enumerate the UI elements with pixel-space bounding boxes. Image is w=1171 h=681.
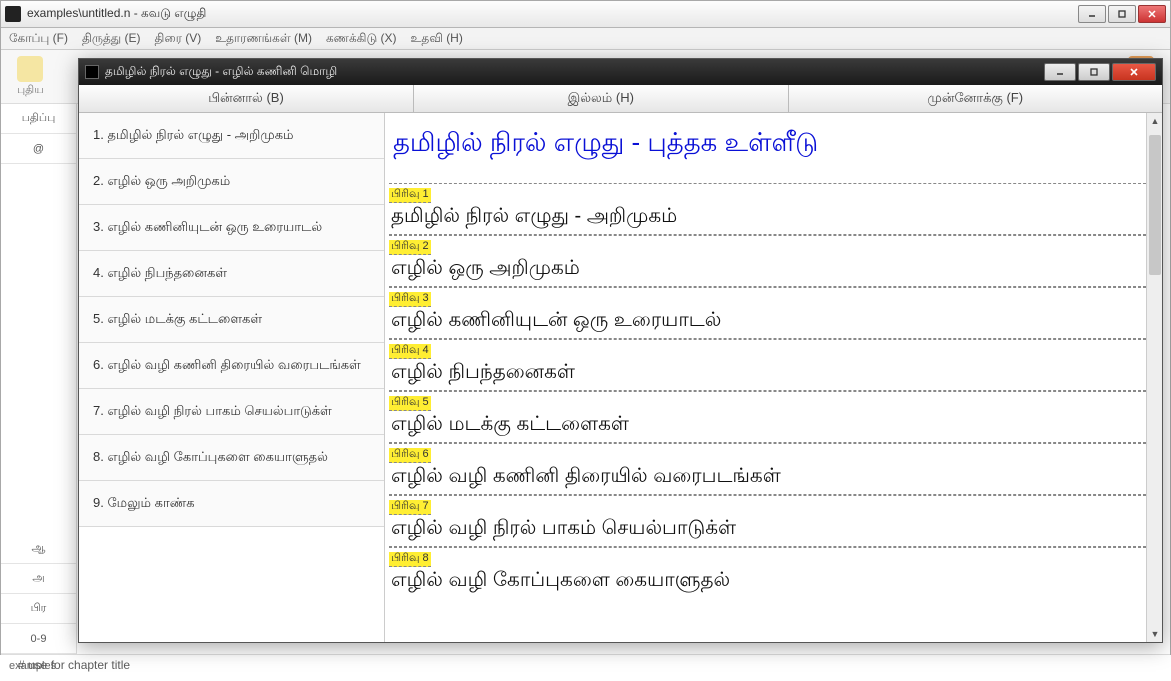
tool-new[interactable]: புதிய — [17, 56, 44, 98]
section-tag: பிரிவு 5 — [389, 396, 431, 411]
section-title: எழில் வழி கணினி திரையில் வரைபடங்கள் — [389, 463, 1156, 495]
tab-home[interactable]: இல்லம் (H) — [414, 85, 789, 112]
section-tag: பிரிவு 3 — [389, 292, 431, 307]
menu-file[interactable]: கோப்பு (F) — [9, 31, 68, 47]
dialog-tabs: பின்னால் (B) இல்லம் (H) முன்னோக்கு (F) — [79, 85, 1162, 113]
menu-calc[interactable]: கணக்கிடு (X) — [326, 31, 397, 47]
toc-item-7[interactable]: 7. எழில் வழி நிரல் பாகம் செயல்பாடுக்ள் — [79, 389, 384, 435]
scroll-thumb[interactable] — [1149, 135, 1161, 275]
minimize-button[interactable] — [1078, 5, 1106, 23]
toc-item-2[interactable]: 2. எழில் ஒரு அறிமுகம் — [79, 159, 384, 205]
tab-forward[interactable]: முன்னோக்கு (F) — [789, 85, 1163, 112]
section-6[interactable]: பிரிவு 6 எழில் வழி கணினி திரையில் வரைபடங… — [389, 443, 1156, 495]
toc-item-5[interactable]: 5. எழில் மடக்கு கட்டளைகள் — [79, 297, 384, 343]
section-tag: பிரிவு 2 — [389, 240, 431, 255]
section-2[interactable]: பிரிவு 2 எழில் ஒரு அறிமுகம் — [389, 235, 1156, 287]
section-1[interactable]: பிரிவு 1 தமிழில் நிரல் எழுது - அறிமுகம் — [389, 183, 1156, 235]
side-btn-2[interactable]: ஆ — [1, 534, 76, 564]
toc-item-4[interactable]: 4. எழில் நிபந்தனைகள் — [79, 251, 384, 297]
menu-examples[interactable]: உதாரணங்கள் (M) — [215, 31, 312, 47]
section-7[interactable]: பிரிவு 7 எழில் வழி நிரல் பாகம் செயல்பாடு… — [389, 495, 1156, 547]
section-tag: பிரிவு 1 — [389, 188, 431, 203]
side-btn-1[interactable]: @ — [1, 134, 76, 164]
dialog-app-icon — [85, 65, 99, 79]
section-title: தமிழில் நிரல் எழுது - அறிமுகம் — [389, 203, 1156, 235]
app-icon — [5, 6, 21, 22]
section-title: எழில் மடக்கு கட்டளைகள் — [389, 411, 1156, 443]
help-content[interactable]: தமிழில் நிரல் எழுது - புத்தக உள்ளீடு பிர… — [385, 113, 1162, 642]
toc-item-8[interactable]: 8. எழில் வழி கோப்புகளை கையாளுதல் — [79, 435, 384, 481]
section-title: எழில் நிபந்தனைகள் — [389, 359, 1156, 391]
main-title-text: examples\untitled.n - கவடு எழுதி — [27, 6, 206, 22]
toc-item-6[interactable]: 6. எழில் வழி கணினி திரையில் வரைபடங்கள் — [79, 343, 384, 389]
side-btn-5[interactable]: 0-9 — [1, 624, 76, 654]
scroll-up-icon[interactable]: ▲ — [1147, 113, 1162, 129]
section-title: எழில் வழி கோப்புகளை கையாளுதல் — [389, 567, 1156, 598]
main-titlebar[interactable]: examples\untitled.n - கவடு எழுதி — [1, 1, 1170, 28]
content-headline: தமிழில் நிரல் எழுது - புத்தக உள்ளீடு — [389, 119, 1156, 183]
content-scrollbar[interactable]: ▲ ▼ — [1146, 113, 1162, 642]
scroll-down-icon[interactable]: ▼ — [1147, 626, 1162, 642]
section-5[interactable]: பிரிவு 5 எழில் மடக்கு கட்டளைகள் — [389, 391, 1156, 443]
side-btn-0[interactable]: பதிப்பு — [1, 104, 76, 134]
menu-edit[interactable]: திருத்து (E) — [82, 31, 141, 47]
tool-new-label: புதிய — [17, 84, 44, 98]
menu-help[interactable]: உதவி (H) — [411, 31, 463, 47]
dialog-minimize-button[interactable] — [1044, 63, 1076, 81]
section-title: எழில் வழி நிரல் பாகம் செயல்பாடுக்ள் — [389, 515, 1156, 547]
section-4[interactable]: பிரிவு 4 எழில் நிபந்தனைகள் — [389, 339, 1156, 391]
menu-bar: கோப்பு (F) திருத்து (E) திரை (V) உதாரணங்… — [1, 28, 1170, 50]
side-panel: பதிப்பு @ ஆ அ பிர 0-9 — [1, 104, 77, 654]
section-tag: பிரிவு 7 — [389, 500, 431, 515]
maximize-button[interactable] — [1108, 5, 1136, 23]
help-dialog: தமிழில் நிரல் எழுது - எழில் கணினி மொழி ப… — [78, 58, 1163, 643]
bottom-hint-text: # use for chapter title — [18, 658, 130, 672]
section-title: எழில் ஒரு அறிமுகம் — [389, 255, 1156, 287]
dialog-maximize-button[interactable] — [1078, 63, 1110, 81]
section-3[interactable]: பிரிவு 3 எழில் கணினியுடன் ஒரு உரையாடல் — [389, 287, 1156, 339]
dialog-close-button[interactable] — [1112, 63, 1156, 81]
new-file-icon — [17, 56, 43, 82]
side-btn-4[interactable]: பிர — [1, 594, 76, 624]
close-button[interactable] — [1138, 5, 1166, 23]
menu-view[interactable]: திரை (V) — [155, 31, 202, 47]
section-title: எழில் கணினியுடன் ஒரு உரையாடல் — [389, 307, 1156, 339]
dialog-titlebar[interactable]: தமிழில் நிரல் எழுது - எழில் கணினி மொழி — [79, 59, 1162, 85]
table-of-contents: 1. தமிழில் நிரல் எழுது - அறிமுகம் 2. எழி… — [79, 113, 385, 642]
toc-item-3[interactable]: 3. எழில் கணினியுடன் ஒரு உரையாடல் — [79, 205, 384, 251]
tab-back[interactable]: பின்னால் (B) — [79, 85, 414, 112]
toc-item-1[interactable]: 1. தமிழில் நிரல் எழுது - அறிமுகம் — [79, 113, 384, 159]
section-tag: பிரிவு 8 — [389, 552, 431, 567]
section-8[interactable]: பிரிவு 8 எழில் வழி கோப்புகளை கையாளுதல் — [389, 547, 1156, 598]
toc-item-9[interactable]: 9. மேலும் காண்க — [79, 481, 384, 527]
bottom-hint: # use for chapter title — [0, 655, 1171, 677]
section-tag: பிரிவு 4 — [389, 344, 431, 359]
side-btn-3[interactable]: அ — [1, 564, 76, 594]
dialog-title-text: தமிழில் நிரல் எழுது - எழில் கணினி மொழி — [105, 64, 337, 80]
section-tag: பிரிவு 6 — [389, 448, 431, 463]
